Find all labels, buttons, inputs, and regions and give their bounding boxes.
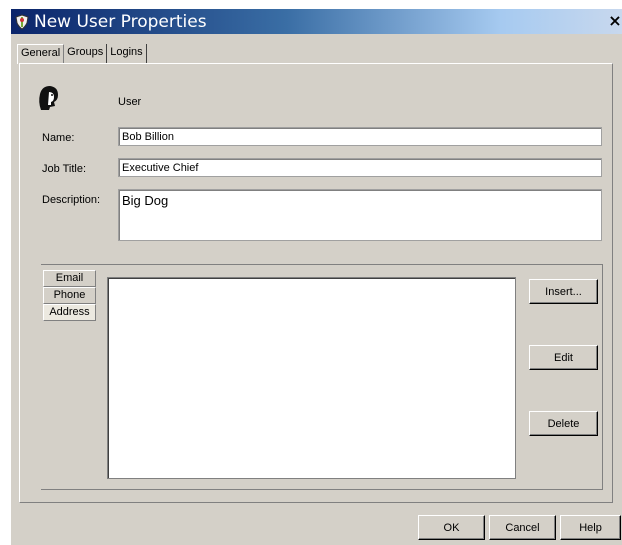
tab-strip: General Groups Logins	[17, 44, 147, 64]
delete-button[interactable]: Delete	[529, 411, 598, 436]
contact-tab-phone[interactable]: Phone	[43, 287, 96, 304]
description-field[interactable]: Big Dog	[118, 189, 602, 241]
job-title-label: Job Title:	[42, 163, 87, 175]
insert-button[interactable]: Insert...	[529, 279, 598, 304]
tab-general[interactable]: General	[17, 44, 65, 64]
description-label: Description:	[42, 194, 101, 206]
dialog-window: New User Properties × General Groups Log…	[10, 9, 622, 545]
name-label: Name:	[42, 132, 75, 144]
edit-button[interactable]: Edit	[529, 345, 598, 370]
ok-button[interactable]: OK	[418, 515, 485, 540]
window-title: New User Properties	[34, 11, 207, 32]
tab-groups[interactable]: Groups	[64, 44, 108, 63]
user-head-icon	[35, 84, 61, 115]
help-button[interactable]: Help	[560, 515, 621, 540]
title-bar[interactable]: New User Properties ×	[11, 9, 622, 34]
general-panel: User Name: Job Title: Description: Big D…	[19, 63, 613, 503]
job-title-field[interactable]	[118, 158, 602, 177]
contact-list[interactable]	[107, 277, 516, 479]
close-button[interactable]: ×	[607, 13, 622, 29]
contact-tab-list: Email Phone Address	[43, 270, 96, 321]
name-field[interactable]	[118, 127, 602, 146]
cancel-button[interactable]: Cancel	[489, 515, 556, 540]
contact-tab-address[interactable]: Address	[43, 304, 96, 321]
contact-tab-email[interactable]: Email	[43, 270, 96, 287]
app-shield-icon	[13, 13, 31, 31]
object-type-label: User	[118, 96, 142, 108]
tab-logins[interactable]: Logins	[107, 44, 147, 63]
